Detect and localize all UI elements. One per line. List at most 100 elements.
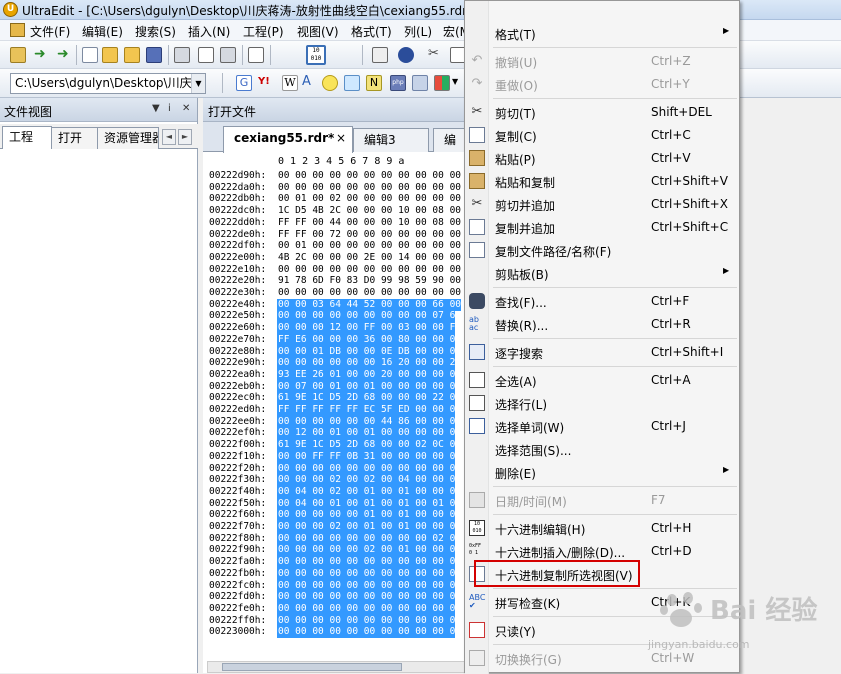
hex-row[interactable]: 00222df0h: 00 01 00 00 00 00 00 00 00 00 … bbox=[209, 240, 461, 252]
menu-item-5[interactable]: 粘贴(P) Ctrl+V bbox=[465, 147, 739, 170]
hex-row[interactable]: 00222e80h: 00 00 01 DB 00 00 0E DB 00 00 … bbox=[209, 345, 456, 358]
hex-row[interactable]: 00222f50h: 00 04 00 01 00 01 00 01 00 01 … bbox=[209, 497, 456, 510]
menu-item[interactable]: 工程(P) bbox=[243, 23, 284, 40]
hex-row[interactable]: 00222f90h: 00 00 00 00 00 02 00 01 00 00 … bbox=[209, 544, 456, 557]
hex-mode-icon[interactable]: 10 010 bbox=[306, 45, 326, 65]
hex-row[interactable]: 00222ff0h: 00 00 00 00 00 00 00 00 00 00 … bbox=[209, 614, 456, 627]
open-folder-icon[interactable] bbox=[102, 47, 118, 63]
hex-row[interactable]: 00222f60h: 00 00 00 00 00 01 00 01 00 00 … bbox=[209, 509, 456, 522]
hex-row[interactable]: 00222fd0h: 00 00 00 00 00 00 00 00 00 00 … bbox=[209, 591, 456, 604]
hex-bytes[interactable]: 00 00 00 02 00 01 00 01 00 00 0 bbox=[277, 521, 456, 533]
hex-row[interactable]: 00222f40h: 00 04 00 02 00 01 00 01 00 00 … bbox=[209, 485, 456, 498]
hex-row[interactable]: 00222ea0h: 93 EE 26 01 00 00 20 00 00 00 … bbox=[209, 368, 456, 381]
windows-icon[interactable] bbox=[434, 75, 450, 91]
hex-row[interactable]: 00222dd0h: FF FF 00 44 00 00 00 10 00 08 … bbox=[209, 217, 461, 229]
open-recent-icon[interactable] bbox=[124, 47, 140, 63]
hex-bytes[interactable]: 00 04 00 01 00 01 00 01 00 01 0 bbox=[277, 497, 456, 510]
hex-bytes[interactable]: 00 00 00 00 00 00 00 00 00 02 0 bbox=[277, 532, 456, 545]
hex-bytes[interactable]: 00 00 FF FF 0B 31 00 00 00 00 0 bbox=[277, 450, 456, 463]
menu-item-6[interactable]: 粘贴和复制 Ctrl+Shift+V bbox=[465, 170, 739, 193]
document-icon[interactable] bbox=[248, 47, 264, 63]
tab-cexiang55[interactable]: cexiang55.rdr* × bbox=[223, 126, 353, 153]
compare-icon[interactable] bbox=[412, 75, 428, 91]
menu-item-8[interactable]: 复制并追加 Ctrl+Shift+C bbox=[465, 216, 739, 239]
dropdown-icon[interactable]: ▼ bbox=[152, 103, 160, 114]
pin-icon[interactable]: ⅰ bbox=[168, 103, 171, 114]
document-menu-icon[interactable] bbox=[10, 23, 25, 37]
yahoo-icon[interactable]: Y! bbox=[258, 75, 276, 91]
chevron-down-icon[interactable]: ▼ bbox=[191, 74, 205, 93]
menu-item[interactable]: 格式(T) bbox=[351, 23, 392, 40]
hex-bytes[interactable]: 00 07 00 01 00 01 00 00 00 00 0 bbox=[277, 380, 456, 393]
hex-row[interactable]: 00222e30h: 00 00 00 00 00 00 00 00 00 00 … bbox=[209, 287, 461, 299]
hex-row[interactable]: 00222f80h: 00 00 00 00 00 00 00 00 00 02 … bbox=[209, 532, 456, 545]
menu-item-13[interactable]: 逐字搜索 Ctrl+Shift+I bbox=[465, 341, 739, 364]
hex-bytes[interactable]: 00 12 00 01 00 01 00 00 00 00 0 bbox=[277, 427, 456, 440]
hex-row[interactable]: 00222eb0h: 00 07 00 01 00 01 00 00 00 00 … bbox=[209, 380, 456, 393]
hex-row[interactable]: 00222f00h: 61 9E 1C D5 2D 68 00 00 02 0C … bbox=[209, 439, 456, 452]
hex-row[interactable]: 00222ec0h: 61 9E 1C D5 2D 68 00 00 00 22 … bbox=[209, 392, 456, 405]
menu-item-0[interactable]: 格式(T) ▶ bbox=[465, 22, 739, 45]
hex-bytes[interactable]: 00 00 00 00 00 00 00 00 00 07 6 bbox=[277, 310, 456, 323]
hex-bytes[interactable]: 00 00 00 12 00 FF 00 03 00 00 F bbox=[277, 322, 456, 335]
column-mode-icon[interactable] bbox=[372, 47, 388, 63]
hex-row[interactable]: 00222de0h: FF FF 00 72 00 00 00 00 00 00 … bbox=[209, 229, 461, 241]
hex-bytes[interactable]: 00 00 00 00 00 00 00 00 00 00 0 bbox=[277, 602, 456, 615]
lightbulb-icon[interactable] bbox=[322, 75, 338, 91]
menu-item-11[interactable]: 查找(F)... Ctrl+F bbox=[465, 290, 739, 313]
hex-row[interactable]: 00222e50h: 00 00 00 00 00 00 00 00 00 07 … bbox=[209, 310, 456, 323]
hex-bytes[interactable]: 00 00 03 64 44 52 00 00 00 66 00 bbox=[277, 298, 462, 311]
hex-row[interactable]: 00222e10h: 00 00 00 00 00 00 00 00 00 00 … bbox=[209, 264, 461, 276]
hex-bytes[interactable]: FF E6 00 00 00 36 00 80 00 00 0 bbox=[277, 333, 456, 346]
hex-bytes[interactable]: 00 01 00 00 00 00 00 00 00 00 00 bbox=[277, 240, 461, 252]
hex-bytes[interactable]: 00 00 00 02 00 02 00 04 00 00 0 bbox=[277, 474, 456, 487]
save-icon[interactable] bbox=[146, 47, 162, 63]
hex-bytes[interactable]: 00 00 00 00 00 01 00 01 00 00 0 bbox=[277, 509, 456, 522]
menu-item-7[interactable]: ✂ 剪切并追加 Ctrl+Shift+X bbox=[465, 193, 739, 216]
chevron-down-icon[interactable]: ▼ bbox=[452, 77, 458, 86]
hex-editor[interactable]: 0 1 2 3 4 5 6 7 8 9 a 00222d90h: 00 00 00… bbox=[207, 154, 468, 673]
google-icon[interactable]: G bbox=[236, 75, 252, 91]
hex-row[interactable]: 00222ed0h: FF FF FF FF FF EC 5F ED 00 00 … bbox=[209, 404, 456, 416]
hex-row[interactable]: 00222d90h: 00 00 00 00 00 00 00 00 00 00 … bbox=[209, 170, 461, 182]
hex-bytes[interactable]: 4B 2C 00 00 00 2E 00 14 00 00 00 bbox=[277, 252, 461, 264]
print-preview-icon[interactable] bbox=[198, 47, 214, 63]
hex-row[interactable]: 00222fa0h: 00 00 00 00 00 00 00 00 00 00 … bbox=[209, 556, 456, 569]
hex-bytes[interactable]: 00 01 00 02 00 00 00 00 00 00 00 bbox=[277, 193, 461, 205]
hex-bytes[interactable]: 00 00 00 00 00 00 00 00 00 00 0 bbox=[277, 556, 456, 569]
wikipedia-icon[interactable]: W bbox=[282, 75, 298, 91]
hex-bytes[interactable]: 00 00 00 00 00 00 00 00 00 00 00 bbox=[277, 182, 461, 194]
hex-row[interactable]: 00222f20h: 00 00 00 00 00 00 00 00 00 00 … bbox=[209, 462, 456, 475]
hex-bytes[interactable]: 00 00 00 00 00 00 00 00 00 00 0 bbox=[277, 567, 456, 580]
hex-row[interactable]: 00222f10h: 00 00 FF FF 0B 31 00 00 00 00 … bbox=[209, 450, 456, 463]
hex-row[interactable]: 00223000h: 00 00 00 00 00 00 00 00 00 00 … bbox=[209, 626, 456, 639]
hex-bytes[interactable]: 00 00 00 00 00 00 00 00 00 00 00 bbox=[277, 170, 461, 182]
menu-item[interactable]: 编辑(E) bbox=[82, 23, 123, 40]
menu-item[interactable]: 插入(N) bbox=[188, 23, 230, 40]
hex-bytes[interactable]: 1C D5 4B 2C 00 00 00 10 00 08 00 bbox=[277, 205, 461, 217]
hex-bytes[interactable]: 00 04 00 02 00 01 00 01 00 00 0 bbox=[277, 485, 456, 498]
menu-item-3[interactable]: ✂ 剪切(T) Shift+DEL bbox=[465, 101, 739, 124]
horizontal-scrollbar[interactable] bbox=[207, 661, 465, 673]
hex-bytes[interactable]: 93 EE 26 01 00 00 20 00 00 00 0 bbox=[277, 368, 456, 381]
hex-bytes[interactable]: 00 00 00 00 00 00 44 86 00 00 0 bbox=[277, 415, 456, 428]
path-combo[interactable]: C:\Users\dgulyn\Desktop\川庆 ▼ bbox=[10, 73, 206, 94]
hex-bytes[interactable]: 00 00 00 00 00 00 00 00 00 00 0 bbox=[277, 591, 456, 604]
hex-bytes[interactable]: 00 00 00 00 00 00 00 00 00 00 0 bbox=[277, 626, 456, 639]
hex-bytes[interactable]: FF FF 00 44 00 00 00 10 00 08 00 bbox=[277, 217, 461, 229]
menu-item-18[interactable]: 删除(E) ▶ bbox=[465, 461, 739, 484]
menu-item-23[interactable]: ABC ✔ 拼写检查(K) Ctrl+K bbox=[465, 591, 739, 614]
menu-item-4[interactable]: 复制(C) Ctrl+C bbox=[465, 124, 739, 147]
hex-row[interactable]: 00222e70h: FF E6 00 00 00 36 00 80 00 00 … bbox=[209, 333, 456, 346]
hex-bytes[interactable]: FF FF FF FF FF EC 5F ED 00 00 0 bbox=[277, 404, 456, 416]
menu-item[interactable]: 搜索(S) bbox=[135, 23, 176, 40]
hex-row[interactable]: 00222e90h: 00 00 00 00 00 00 16 20 00 00 … bbox=[209, 357, 456, 370]
print-icon[interactable] bbox=[174, 47, 190, 63]
hex-row[interactable]: 00222fb0h: 00 00 00 00 00 00 00 00 00 00 … bbox=[209, 567, 456, 580]
forward-arrow-icon[interactable]: ➜ bbox=[57, 47, 73, 63]
hex-bytes[interactable]: 00 00 00 00 00 00 00 00 00 00 0 bbox=[277, 579, 456, 592]
menu-item-17[interactable]: 选择范围(S)... bbox=[465, 438, 739, 461]
page-setup-icon[interactable] bbox=[220, 47, 236, 63]
hex-row[interactable]: 00222da0h: 00 00 00 00 00 00 00 00 00 00 … bbox=[209, 182, 461, 194]
hex-row[interactable]: 00222e40h: 00 00 03 64 44 52 00 00 00 66 … bbox=[209, 298, 462, 311]
